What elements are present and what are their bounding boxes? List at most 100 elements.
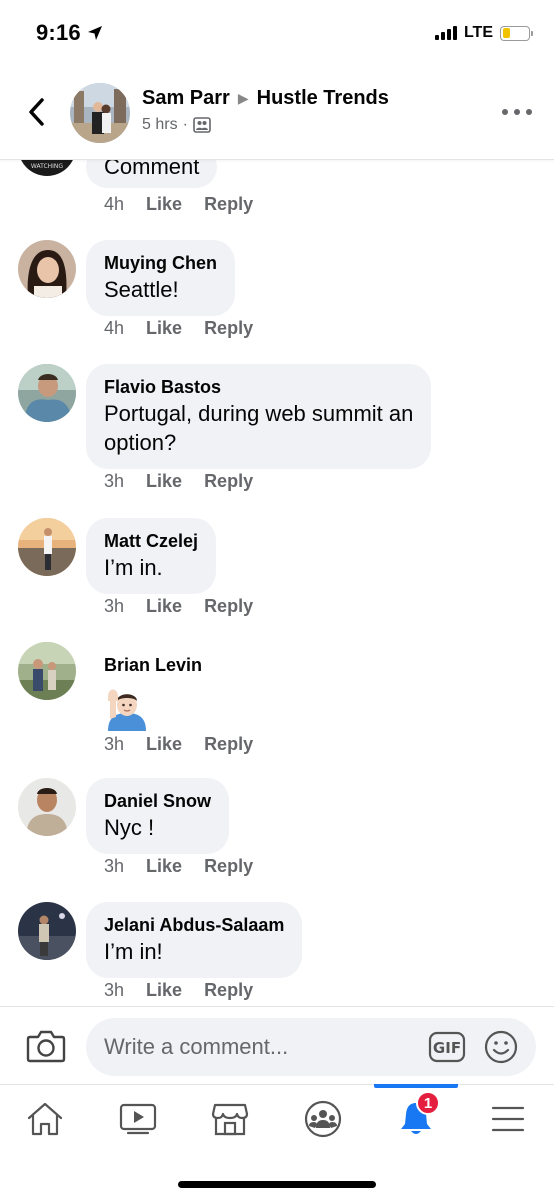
comment-input-placeholder: Write a comment...	[104, 1034, 289, 1059]
chevron-left-icon	[29, 98, 44, 126]
comment-bubble[interactable]: Brian Levin	[86, 642, 220, 748]
like-button[interactable]: Like	[146, 856, 182, 877]
reply-button[interactable]: Reply	[204, 856, 253, 877]
post-time: 5 hrs	[142, 116, 178, 133]
comment-time: 3h	[104, 980, 125, 1000]
group-name[interactable]: Hustle Trends	[257, 87, 389, 110]
active-tab-indicator	[374, 1084, 458, 1088]
comment-actions: 3h Like Reply	[104, 856, 253, 877]
author-avatar[interactable]	[70, 83, 130, 143]
comment-bubble[interactable]: Matt Czelej I’m in.	[86, 518, 217, 594]
hamburger-menu-icon	[491, 1106, 525, 1132]
svg-text:WATCHING: WATCHING	[31, 163, 64, 170]
commenter-name[interactable]: Muying Chen	[104, 251, 217, 275]
author-name[interactable]: Sam Parr	[142, 87, 230, 110]
tab-marketplace[interactable]	[206, 1099, 254, 1139]
comment-time: 3h	[104, 856, 125, 876]
comment-time: 3h	[104, 734, 125, 754]
comment-time: 4h	[104, 194, 125, 214]
status-time-group: 9:16	[36, 20, 103, 46]
comment-bubble[interactable]: Flavio Bastos Portugal, during web summi…	[86, 364, 432, 469]
commenter-avatar[interactable]	[18, 642, 76, 700]
reply-button[interactable]: Reply	[204, 734, 253, 755]
comment-actions: 4h Like Reply	[104, 194, 253, 215]
gif-button[interactable]: GIF	[428, 1031, 466, 1063]
home-indicator	[178, 1181, 376, 1188]
header-title[interactable]: Sam Parr ▶ Hustle Trends	[142, 87, 389, 110]
emoji-button[interactable]	[484, 1030, 518, 1064]
commenter-avatar[interactable]	[18, 902, 76, 960]
notification-badge: 1	[416, 1091, 440, 1115]
commenter-avatar[interactable]: WATCHING	[18, 160, 76, 176]
comment-actions: 3h Like Reply	[104, 471, 253, 492]
back-button[interactable]	[22, 94, 50, 130]
comment-bubble[interactable]: Comment	[86, 160, 218, 188]
network-type: LTE	[463, 24, 493, 41]
more-options-button[interactable]	[502, 102, 532, 122]
post-meta: 5 hrs ·	[142, 116, 211, 134]
comment-bubble[interactable]: Jelani Abdus-Salaam I’m in!	[86, 902, 303, 978]
signal-icon	[434, 26, 457, 40]
gif-icon: GIF	[428, 1031, 466, 1063]
commenter-name[interactable]: Flavio Bastos	[104, 375, 413, 399]
location-arrow-icon	[87, 26, 102, 40]
comment-text: Seattle!	[104, 277, 179, 302]
comment-bubble[interactable]: Daniel Snow Nyc !	[86, 778, 230, 854]
comment-text-line: Portugal, during web summit an	[104, 401, 414, 426]
status-time: 9:16	[36, 20, 81, 45]
comment-input[interactable]: Write a comment... GIF	[86, 1018, 536, 1076]
status-bar: 9:16 LTE	[0, 0, 554, 66]
tab-menu[interactable]	[484, 1099, 532, 1139]
commenter-name[interactable]: Daniel Snow	[104, 789, 211, 813]
like-button[interactable]: Like	[146, 194, 182, 215]
group-privacy-icon	[193, 117, 211, 133]
reply-button[interactable]: Reply	[204, 318, 253, 339]
comment-text: Nyc !	[104, 815, 155, 840]
commenter-avatar[interactable]	[18, 240, 76, 298]
comments-list: WATCHING Comment 4h Like Reply Muying Ch…	[0, 160, 554, 1006]
tab-notifications[interactable]: 1	[392, 1091, 440, 1139]
store-icon	[211, 1103, 249, 1136]
like-button[interactable]: Like	[146, 318, 182, 339]
tab-bar: 1	[0, 1084, 554, 1200]
comment-text: I’m in.	[104, 555, 163, 580]
groups-icon	[304, 1100, 342, 1138]
commenter-name[interactable]: Matt Czelej	[104, 529, 198, 553]
reply-button[interactable]: Reply	[204, 980, 253, 1001]
commenter-name[interactable]: Brian Levin	[104, 653, 202, 677]
like-button[interactable]: Like	[146, 980, 182, 1001]
tab-groups[interactable]	[299, 1099, 347, 1139]
commenter-name[interactable]: Jelani Abdus-Salaam	[104, 913, 284, 937]
battery-icon	[500, 25, 533, 41]
camera-icon	[26, 1030, 66, 1063]
video-icon	[119, 1103, 157, 1135]
tab-watch[interactable]	[114, 1099, 162, 1139]
comment-time: 4h	[104, 318, 125, 338]
comment-actions: 3h Like Reply	[104, 980, 253, 1001]
comment-text: I’m in!	[104, 939, 163, 964]
comment-text-line: option?	[104, 430, 177, 455]
comment-bubble[interactable]: Muying Chen Seattle!	[86, 240, 235, 316]
comment-actions: 4h Like Reply	[104, 318, 253, 339]
comment-time: 3h	[104, 471, 125, 491]
commenter-avatar[interactable]	[18, 518, 76, 576]
status-indicators: LTE	[434, 24, 533, 42]
home-icon	[27, 1102, 63, 1136]
comment-actions: 3h Like Reply	[104, 596, 253, 617]
reply-button[interactable]: Reply	[204, 194, 253, 215]
meta-separator: ·	[182, 116, 188, 133]
commenter-avatar[interactable]	[18, 778, 76, 836]
raising-hand-emoji-icon	[108, 689, 146, 731]
caret-right-icon: ▶	[237, 90, 249, 106]
reply-button[interactable]: Reply	[204, 596, 253, 617]
comment-actions: 3h Like Reply	[104, 734, 253, 755]
commenter-avatar[interactable]	[18, 364, 76, 422]
tab-home[interactable]	[21, 1099, 69, 1139]
comment-text: Comment	[104, 160, 200, 179]
camera-button[interactable]	[26, 1027, 66, 1065]
like-button[interactable]: Like	[146, 734, 182, 755]
like-button[interactable]: Like	[146, 596, 182, 617]
reply-button[interactable]: Reply	[204, 471, 253, 492]
comment-time: 3h	[104, 596, 125, 616]
like-button[interactable]: Like	[146, 471, 182, 492]
